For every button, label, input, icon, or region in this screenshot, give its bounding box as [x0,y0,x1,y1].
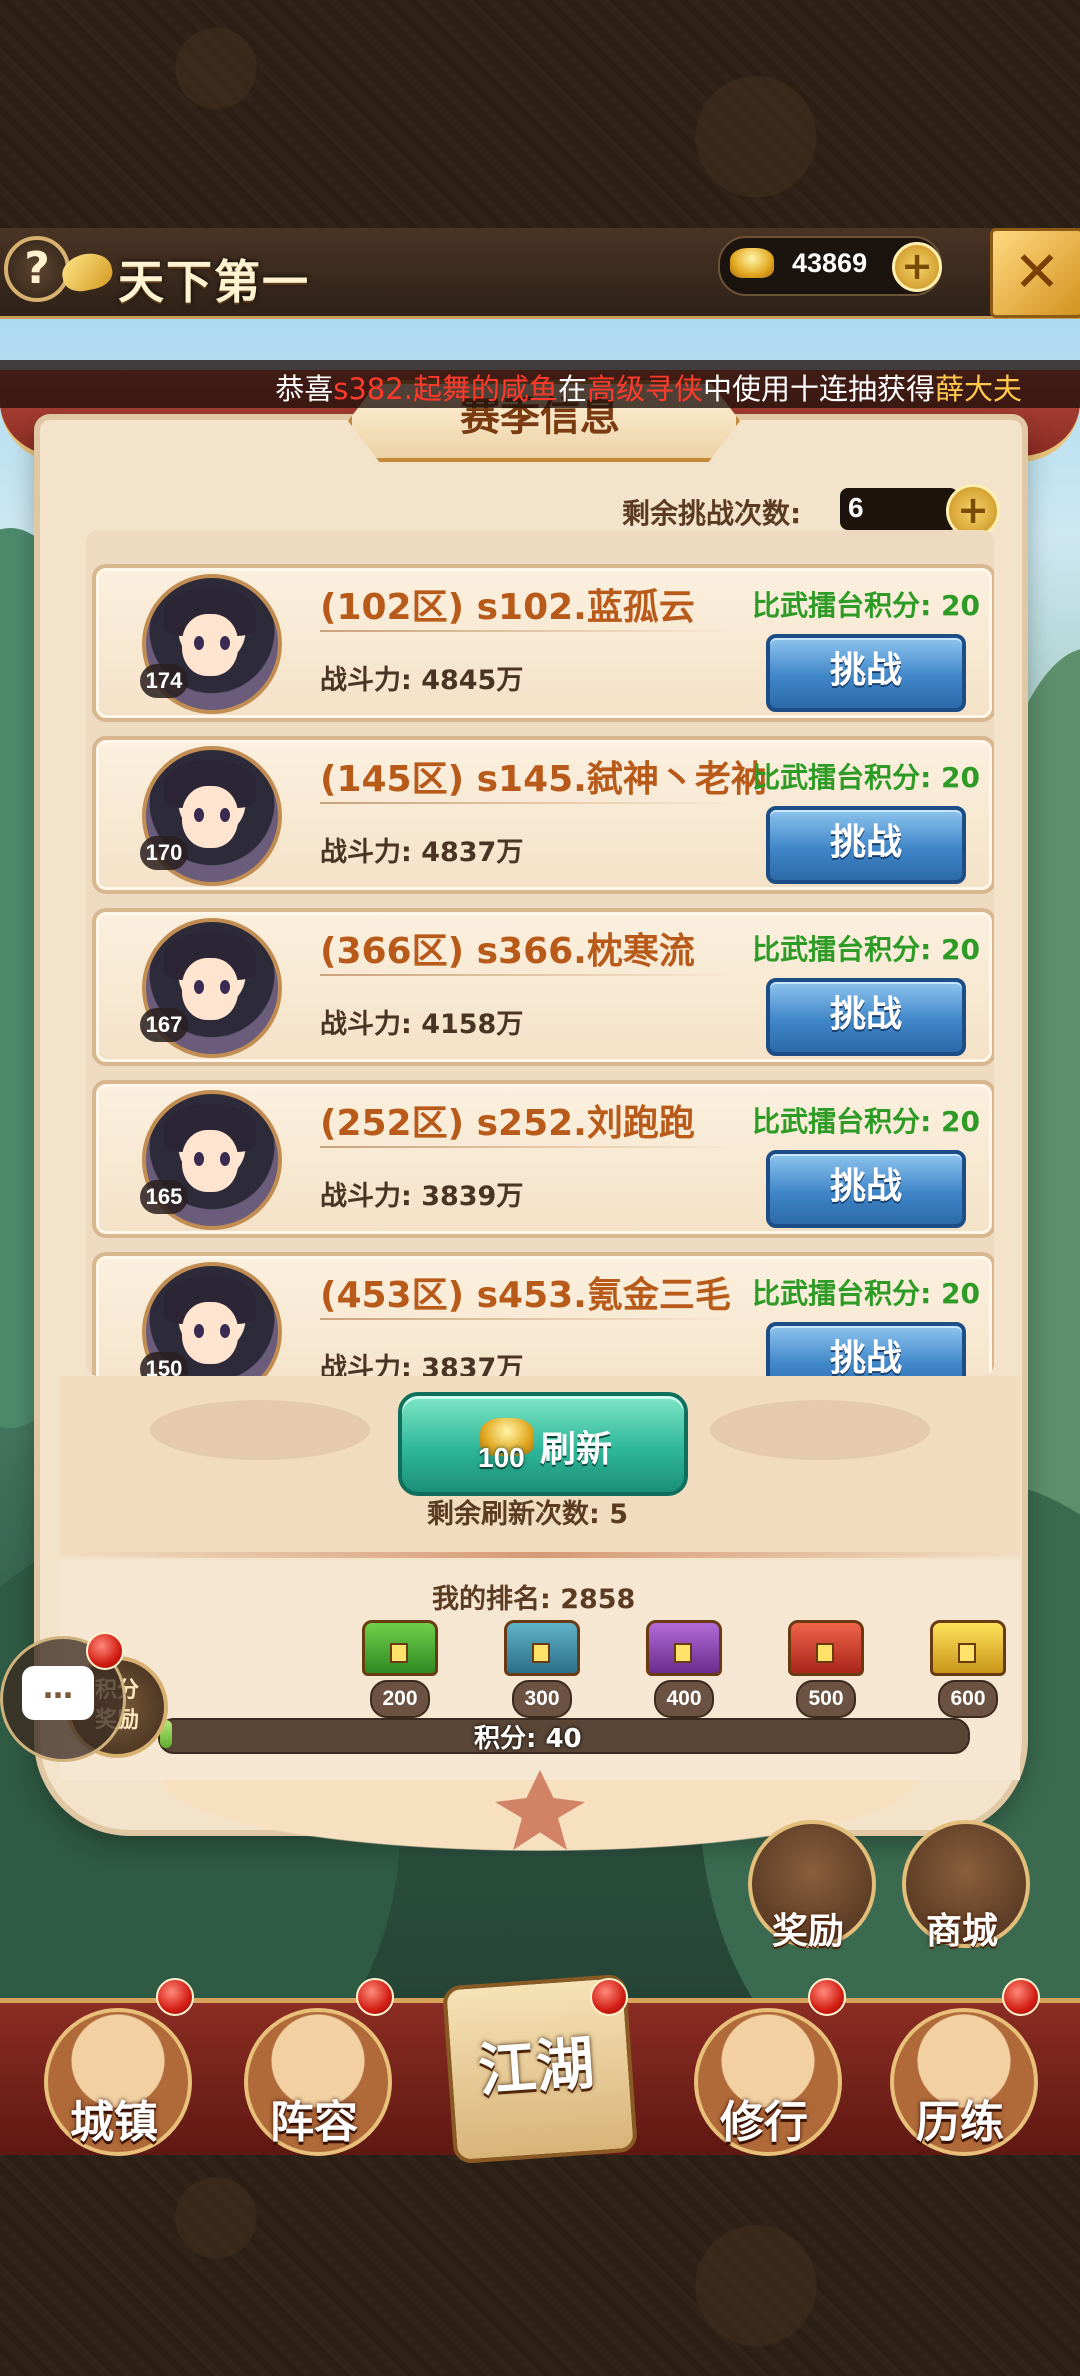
opponent-card: 165 (252区) s252.刘跑跑 比武擂台积分: 20 战斗力: 3839… [92,1080,994,1238]
opponent-name: (366区) s366.枕寒流 [320,931,695,972]
shop-button-label: 商城 [925,1911,998,1952]
opponent-card: 150 (453区) s453.氪金三毛 比武擂台积分: 20 战斗力: 383… [92,1252,994,1376]
remaining-refreshes: 剩余刷新次数: 5 [427,1499,628,1530]
opponent-card: 167 (366区) s366.枕寒流 比武擂台积分: 20 战斗力: 4158… [92,908,994,1066]
nav-jianghu-label: 江湖 [476,2029,597,2105]
announcement-text: 恭喜s382.起舞的咸鱼在高级寻侠中使用十连抽获得薛大夫 [275,372,1022,406]
nav-trial-label: 历练 [916,2097,1004,2148]
opponent-power: 战斗力: 3837万 [320,1353,524,1376]
reward-button-label: 奖励 [771,1911,844,1952]
opponent-score: 比武擂台积分: 20 [752,1105,980,1138]
notification-dot [590,1978,628,2016]
opponent-name: (252区) s252.刘跑跑 [320,1103,695,1144]
opponent-name: (453区) s453.氪金三毛 [320,1275,731,1316]
refresh-label: 刷新 [540,1429,613,1470]
top-frame-border [0,0,1080,228]
opponent-level: 150 [140,1352,188,1376]
remaining-challenges-value: 6 [848,492,864,523]
opponent-name: (102区) s102.蓝孤云 [320,587,695,628]
challenge-button[interactable]: 挑战 [766,634,966,712]
opponent-power: 战斗力: 4845万 [320,665,524,696]
notification-dot [156,1978,194,2016]
chest-threshold: 300 [512,1680,572,1718]
opponent-power: 战斗力: 3839万 [320,1181,524,1212]
gold-ingot-icon [730,248,774,278]
page-title: 天下第一 [118,255,310,309]
add-gold-button[interactable]: + [892,242,942,292]
opponent-level: 167 [140,1008,188,1042]
bottom-frame-border [0,2150,1080,2376]
treasure-chest-icon[interactable] [930,1620,1006,1676]
nav-lineup-label: 阵容 [270,2097,358,2148]
refresh-cost: 100 [478,1442,525,1473]
chat-icon: … [22,1666,94,1720]
opponent-card: 174 (102区) s102.蓝孤云 比武擂台积分: 20 战斗力: 4845… [92,564,994,722]
points-label: 积分: 40 [474,1724,582,1754]
challenge-button[interactable]: 挑战 [766,1150,966,1228]
cloud-decoration [710,1400,930,1460]
challenge-button[interactable]: 挑战 [766,1322,966,1376]
chest-threshold: 200 [370,1680,430,1718]
treasure-chest-icon[interactable] [362,1620,438,1676]
opponent-level: 170 [140,836,188,870]
opponent-power: 战斗力: 4158万 [320,1009,524,1040]
my-rank: 我的排名: 2858 [432,1584,636,1615]
opponent-power: 战斗力: 4837万 [320,837,524,868]
notification-dot [808,1978,846,2016]
opponent-score: 比武擂台积分: 20 [752,933,980,966]
chest-threshold: 400 [654,1680,714,1718]
opponent-score: 比武擂台积分: 20 [752,1277,980,1310]
notification-dot [1002,1978,1040,2016]
opponent-level: 174 [140,664,188,698]
help-button[interactable]: ? [4,236,70,302]
chest-threshold: 500 [796,1680,856,1718]
opponent-level: 165 [140,1180,188,1214]
treasure-chest-icon[interactable] [788,1620,864,1676]
opponent-score: 比武擂台积分: 20 [752,761,980,794]
treasure-chest-icon[interactable] [646,1620,722,1676]
treasure-chest-icon[interactable] [504,1620,580,1676]
notification-dot [356,1978,394,2016]
challenge-button[interactable]: 挑战 [766,978,966,1056]
close-button[interactable]: ✕ [990,228,1080,318]
chest-threshold: 600 [938,1680,998,1718]
challenge-button[interactable]: 挑战 [766,806,966,884]
section-divider [66,1552,1014,1558]
opponent-name: (145区) s145.弑神丶老衲 [320,759,767,800]
gold-amount: 43869 [792,248,868,278]
opponent-card: 170 (145区) s145.弑神丶老衲 比武擂台积分: 20 战斗力: 48… [92,736,994,894]
notification-dot [86,1632,124,1670]
cloud-decoration [150,1400,370,1460]
nav-practice-label: 修行 [720,2097,808,2148]
nav-town-label: 城镇 [70,2097,158,2148]
opponent-score: 比武擂台积分: 20 [752,589,980,622]
remaining-challenges-label: 剩余挑战次数: [622,497,802,530]
opponent-list: 174 (102区) s102.蓝孤云 比武擂台积分: 20 战斗力: 4845… [86,530,994,1376]
